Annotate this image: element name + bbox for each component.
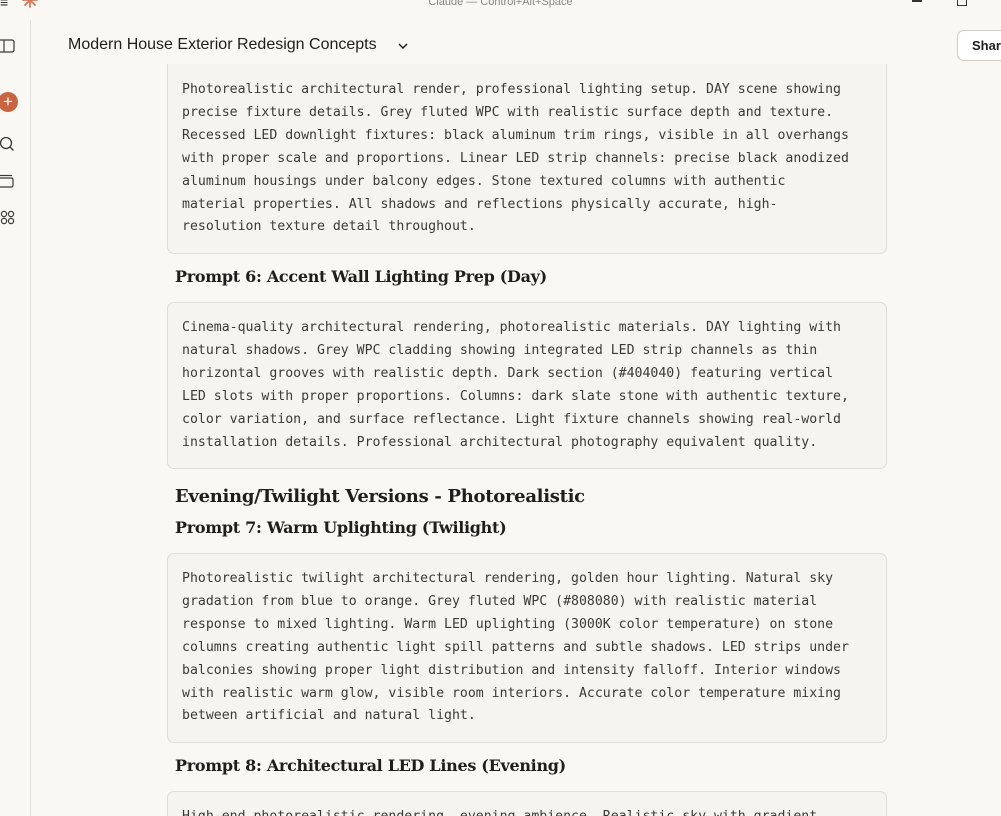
minimize-icon[interactable] [912, 0, 922, 2]
window-titlebar: ≡ Claude — Control+Alt+Space [0, 0, 1001, 20]
search-icon[interactable] [0, 136, 16, 152]
chats-icon[interactable] [0, 173, 16, 189]
code-block-prompt-8: High-end photorealistic rendering, eveni… [167, 791, 887, 816]
new-chat-icon[interactable]: + [0, 92, 18, 112]
conversation-title[interactable]: Modern House Exterior Redesign Concepts [68, 36, 377, 54]
maximize-icon[interactable] [957, 0, 967, 6]
code-block-prompt-7: Photorealistic twilight architectural re… [167, 553, 887, 743]
window-title: Claude — Control+Alt+Space [428, 0, 573, 8]
section-heading: Evening/Twilight Versions - Photorealist… [175, 486, 585, 507]
prompt-6-heading: Prompt 6: Accent Wall Lighting Prep (Day… [175, 267, 547, 286]
chevron-down-icon[interactable] [397, 40, 409, 52]
code-block-prompt-6: Cinema-quality architectural rendering, … [167, 302, 887, 469]
prompt-7-heading: Prompt 7: Warm Uplighting (Twilight) [175, 518, 507, 537]
prompt-8-heading: Prompt 8: Architectural LED Lines (Eveni… [175, 756, 566, 775]
left-rail: + [0, 20, 31, 816]
code-block-prompt-5: Photorealistic architectural render, pro… [167, 64, 887, 254]
sidebar-toggle-icon[interactable] [0, 38, 16, 54]
share-button[interactable]: Share [957, 30, 1001, 61]
artifacts-icon[interactable] [0, 210, 16, 226]
